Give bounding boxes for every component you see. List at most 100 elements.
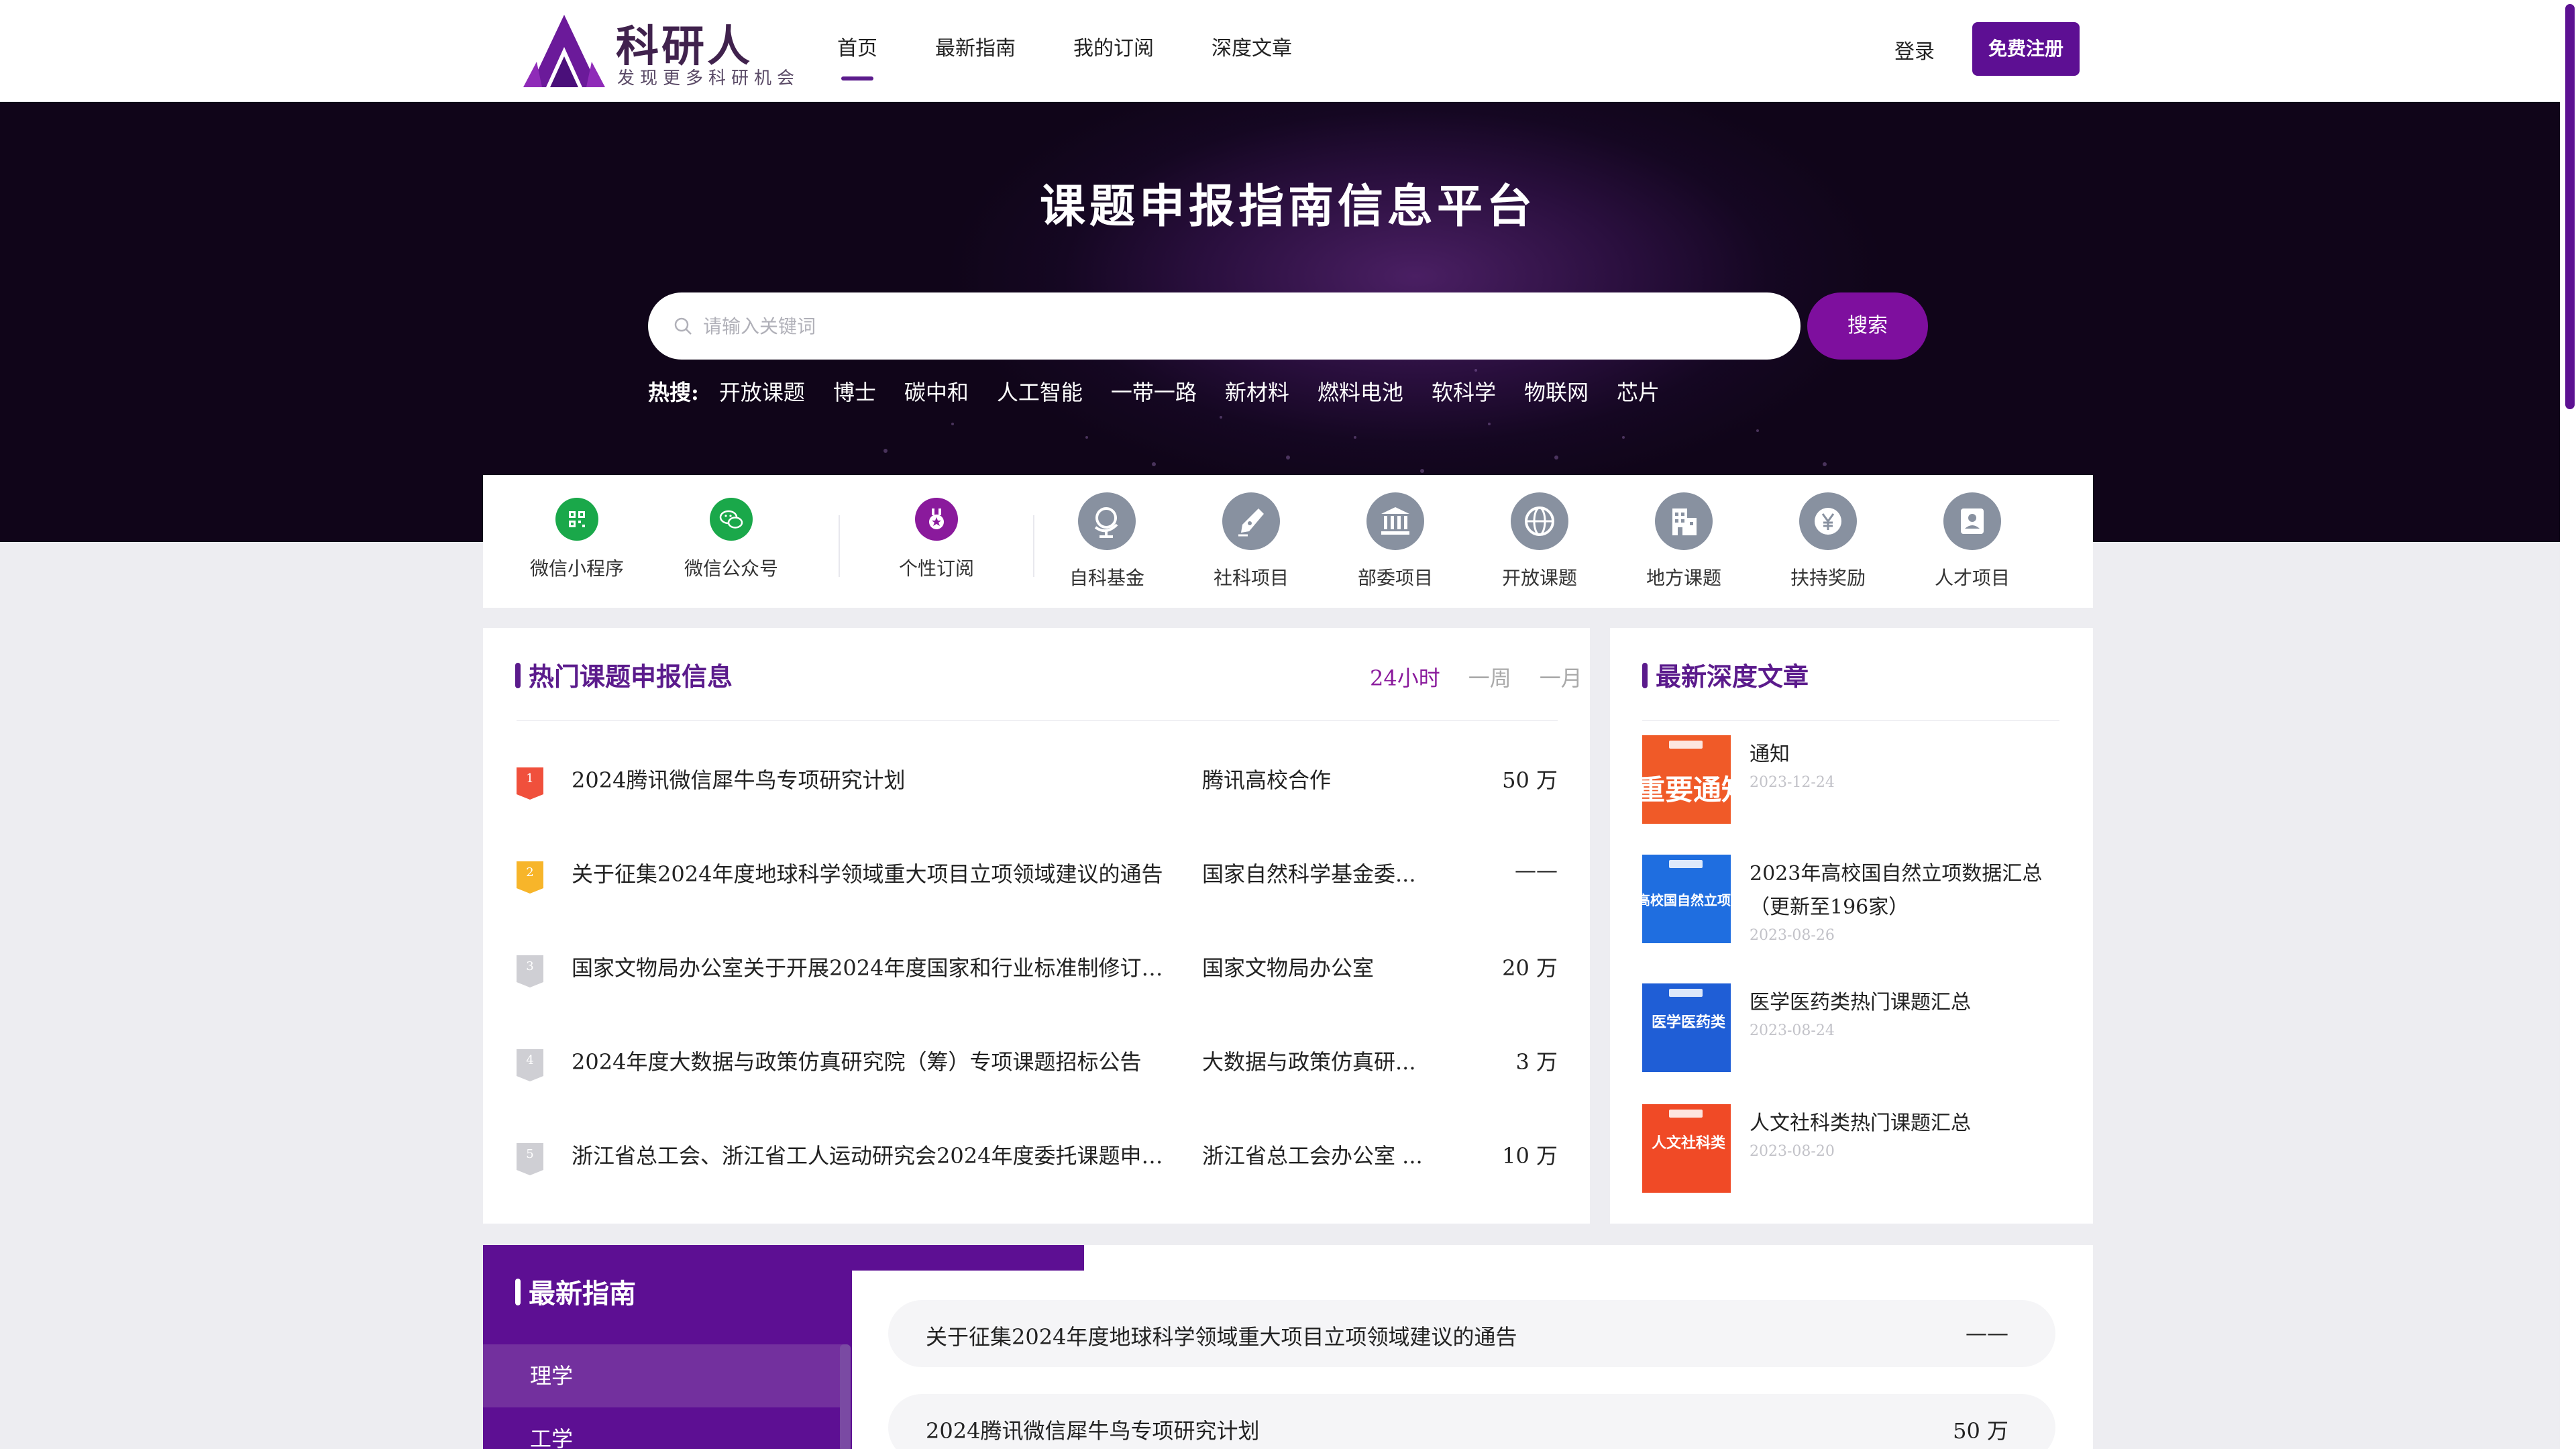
login-link[interactable]: 登录 xyxy=(1894,35,1935,64)
title-accent-bar xyxy=(515,1279,521,1305)
guide-row[interactable]: 关于征集2024年度地球科学领域重大项目立项领域建议的通告 —— xyxy=(888,1300,2055,1367)
quick-link-ministry-projects[interactable]: 部委项目 xyxy=(1335,492,1456,590)
latest-guides-title: 最新指南 xyxy=(515,1272,636,1311)
globe-icon xyxy=(1511,492,1568,550)
rank-number: 4 xyxy=(526,1053,534,1067)
rank-badge: 2 xyxy=(517,861,543,894)
hot-search-word[interactable]: 碳中和 xyxy=(904,376,969,407)
search-input[interactable] xyxy=(703,292,1776,360)
office-building-icon xyxy=(1655,492,1713,550)
thumbnail-text: 高校国自然立项数 xyxy=(1642,892,1731,908)
article-item[interactable]: 人文社科类 人文社科类热门课题汇总 2023-08-20 xyxy=(1642,1104,2059,1193)
hot-topics-title: 热门课题申报信息 xyxy=(515,656,733,693)
quick-link-label: 地方课题 xyxy=(1646,567,1721,589)
hot-search-word[interactable]: 人工智能 xyxy=(997,376,1083,407)
logo-mark-icon xyxy=(523,15,605,87)
article-title: 人文社科类热门课题汇总 xyxy=(1750,1112,1971,1135)
quick-link-local-topics[interactable]: 地方课题 xyxy=(1623,492,1744,590)
category-item-science[interactable]: 理学 xyxy=(483,1344,845,1407)
quick-link-natural-science-fund[interactable]: 自科基金 xyxy=(1046,492,1167,590)
quick-link-open-topics[interactable]: 开放课题 xyxy=(1479,492,1600,590)
guide-title: 2024腾讯微信犀牛鸟专项研究计划 xyxy=(926,1418,1260,1444)
quick-link-talent-projects[interactable]: 人才项目 xyxy=(1912,492,2033,590)
article-title: 2023年高校国自然立项数据汇总（更新至196家） xyxy=(1750,862,2043,919)
hot-search-word[interactable]: 芯片 xyxy=(1617,376,1660,407)
hot-search-word[interactable]: 博士 xyxy=(833,376,876,407)
nav-item-home[interactable]: 首页 xyxy=(818,0,896,102)
quick-link-social-science-projects[interactable]: 社科项目 xyxy=(1191,492,1311,590)
nav-item-my-subscriptions[interactable]: 我的订阅 xyxy=(1055,0,1173,102)
thumbnail-text: 重要通知 xyxy=(1642,773,1731,806)
quick-links-bar: 微信小程序 微信公众号 个性订阅 自科基金 社科项目 部委项目 开放课题 地方课… xyxy=(483,475,2093,608)
rank-badge: 5 xyxy=(517,1143,543,1175)
quick-link-support-rewards[interactable]: 扶持奖励 xyxy=(1768,492,1888,590)
hot-topic-row[interactable]: 1 2024腾讯微信犀牛鸟专项研究计划 腾讯高校合作 50 万 xyxy=(517,755,1558,809)
latest-guides-section: 最新指南 理学 工学 关于征集2024年度地球科学领域重大项目立项领域建议的通告… xyxy=(483,1245,2093,1449)
hot-topic-organization: 大数据与政策仿真研... xyxy=(1202,1049,1416,1075)
hot-topic-row[interactable]: 2 关于征集2024年度地球科学领域重大项目立项领域建议的通告 国家自然科学基金… xyxy=(517,849,1558,903)
hot-search-word[interactable]: 一带一路 xyxy=(1111,376,1197,407)
hot-topic-amount: 10 万 xyxy=(1502,1143,1558,1169)
hot-topic-organization: 腾讯高校合作 xyxy=(1202,767,1332,793)
tab-one-week[interactable]: 一周 xyxy=(1468,661,1511,692)
quick-link-personal-subscription[interactable]: 个性订阅 xyxy=(876,498,997,581)
hot-topic-title: 国家文物局办公室关于开展2024年度国家和行业标准制修订计... xyxy=(572,955,1175,981)
thumbnail-logo-strip xyxy=(1669,989,1703,997)
hot-search-row: 热搜: 开放课题 博士 碳中和 人工智能 一带一路 新材料 燃料电池 软科学 物… xyxy=(648,376,1688,407)
register-button[interactable]: 免费注册 xyxy=(1972,22,2080,76)
quick-link-label: 部委项目 xyxy=(1357,567,1433,589)
hero-title: 课题申报指南信息平台 xyxy=(1039,180,1536,233)
article-thumbnail: 人文社科类 xyxy=(1642,1104,1731,1193)
page-scrollbar[interactable] xyxy=(2560,0,2576,1449)
site-logo[interactable]: 科研人 发现更多科研机会 xyxy=(523,12,794,91)
thumbnail-logo-strip xyxy=(1669,741,1703,749)
article-item[interactable]: 重要通知 通知 2023-12-24 xyxy=(1642,735,2059,824)
category-item-engineering[interactable]: 工学 xyxy=(483,1407,845,1449)
hot-search-word[interactable]: 新材料 xyxy=(1225,376,1289,407)
yen-coin-icon xyxy=(1799,492,1857,550)
quick-links-divider xyxy=(839,515,840,577)
tab-one-month[interactable]: 一月 xyxy=(1540,661,1582,692)
rank-number: 3 xyxy=(526,959,534,973)
article-thumbnail: 高校国自然立项数 xyxy=(1642,855,1731,943)
active-nav-underline xyxy=(841,76,873,80)
quick-link-wechat-mini-program[interactable]: 微信小程序 xyxy=(517,498,637,581)
guide-amount: 50 万 xyxy=(1953,1418,2008,1444)
article-item[interactable]: 高校国自然立项数 2023年高校国自然立项数据汇总（更新至196家） 2023-… xyxy=(1642,855,2059,944)
article-date: 2023-08-26 xyxy=(1750,927,1835,944)
search-box xyxy=(648,292,1801,360)
hot-topic-title: 浙江省总工会、浙江省工人运动研究会2024年度委托课题申报... xyxy=(572,1143,1175,1169)
category-scrollbar[interactable] xyxy=(840,1344,851,1449)
hot-search-word[interactable]: 开放课题 xyxy=(719,376,805,407)
star-medal-icon xyxy=(915,498,958,541)
quick-link-label: 微信公众号 xyxy=(684,557,778,580)
nav-item-in-depth-articles[interactable]: 深度文章 xyxy=(1193,0,1311,102)
search-button[interactable]: 搜索 xyxy=(1807,292,1928,360)
hot-search-word[interactable]: 软科学 xyxy=(1432,376,1496,407)
guide-row[interactable]: 2024腾讯微信犀牛鸟专项研究计划 50 万 xyxy=(888,1394,2055,1449)
quick-link-label: 扶持奖励 xyxy=(1790,567,1866,589)
hot-search-word[interactable]: 物联网 xyxy=(1524,376,1589,407)
nav-item-latest-guides[interactable]: 最新指南 xyxy=(916,0,1034,102)
latest-articles-title-text: 最新深度文章 xyxy=(1656,662,1809,692)
thumbnail-text: 人文社科类 xyxy=(1652,1134,1726,1152)
rank-number: 5 xyxy=(526,1147,534,1161)
nav-item-label: 深度文章 xyxy=(1212,37,1292,60)
article-item[interactable]: 医学医药类 医学医药类热门课题汇总 2023-08-24 xyxy=(1642,983,2059,1072)
hot-topic-row[interactable]: 3 国家文物局办公室关于开展2024年度国家和行业标准制修订计... 国家文物局… xyxy=(517,943,1558,997)
tab-24-hours[interactable]: 24小时 xyxy=(1370,661,1440,692)
hot-topic-title: 2024腾讯微信犀牛鸟专项研究计划 xyxy=(572,767,906,793)
hot-search-word[interactable]: 燃料电池 xyxy=(1318,376,1403,407)
hot-topic-row[interactable]: 4 2024年度大数据与政策仿真研究院（筹）专项课题招标公告 大数据与政策仿真研… xyxy=(517,1037,1558,1091)
wechat-icon xyxy=(710,498,753,541)
quick-link-wechat-official-account[interactable]: 微信公众号 xyxy=(671,498,792,581)
rank-badge: 1 xyxy=(517,767,543,800)
hot-topic-amount: 3 万 xyxy=(1515,1049,1558,1075)
rank-number: 1 xyxy=(526,771,534,786)
article-thumbnail: 医学医药类 xyxy=(1642,983,1731,1072)
hot-topic-row[interactable]: 5 浙江省总工会、浙江省工人运动研究会2024年度委托课题申报... 浙江省总工… xyxy=(517,1131,1558,1185)
hot-topic-title: 2024年度大数据与政策仿真研究院（筹）专项课题招标公告 xyxy=(572,1049,1142,1075)
article-title: 通知 xyxy=(1750,743,1790,766)
hot-time-tabs: 24小时 一周 一月 xyxy=(1342,661,1582,692)
page-scrollbar-thumb[interactable] xyxy=(2565,4,2575,409)
